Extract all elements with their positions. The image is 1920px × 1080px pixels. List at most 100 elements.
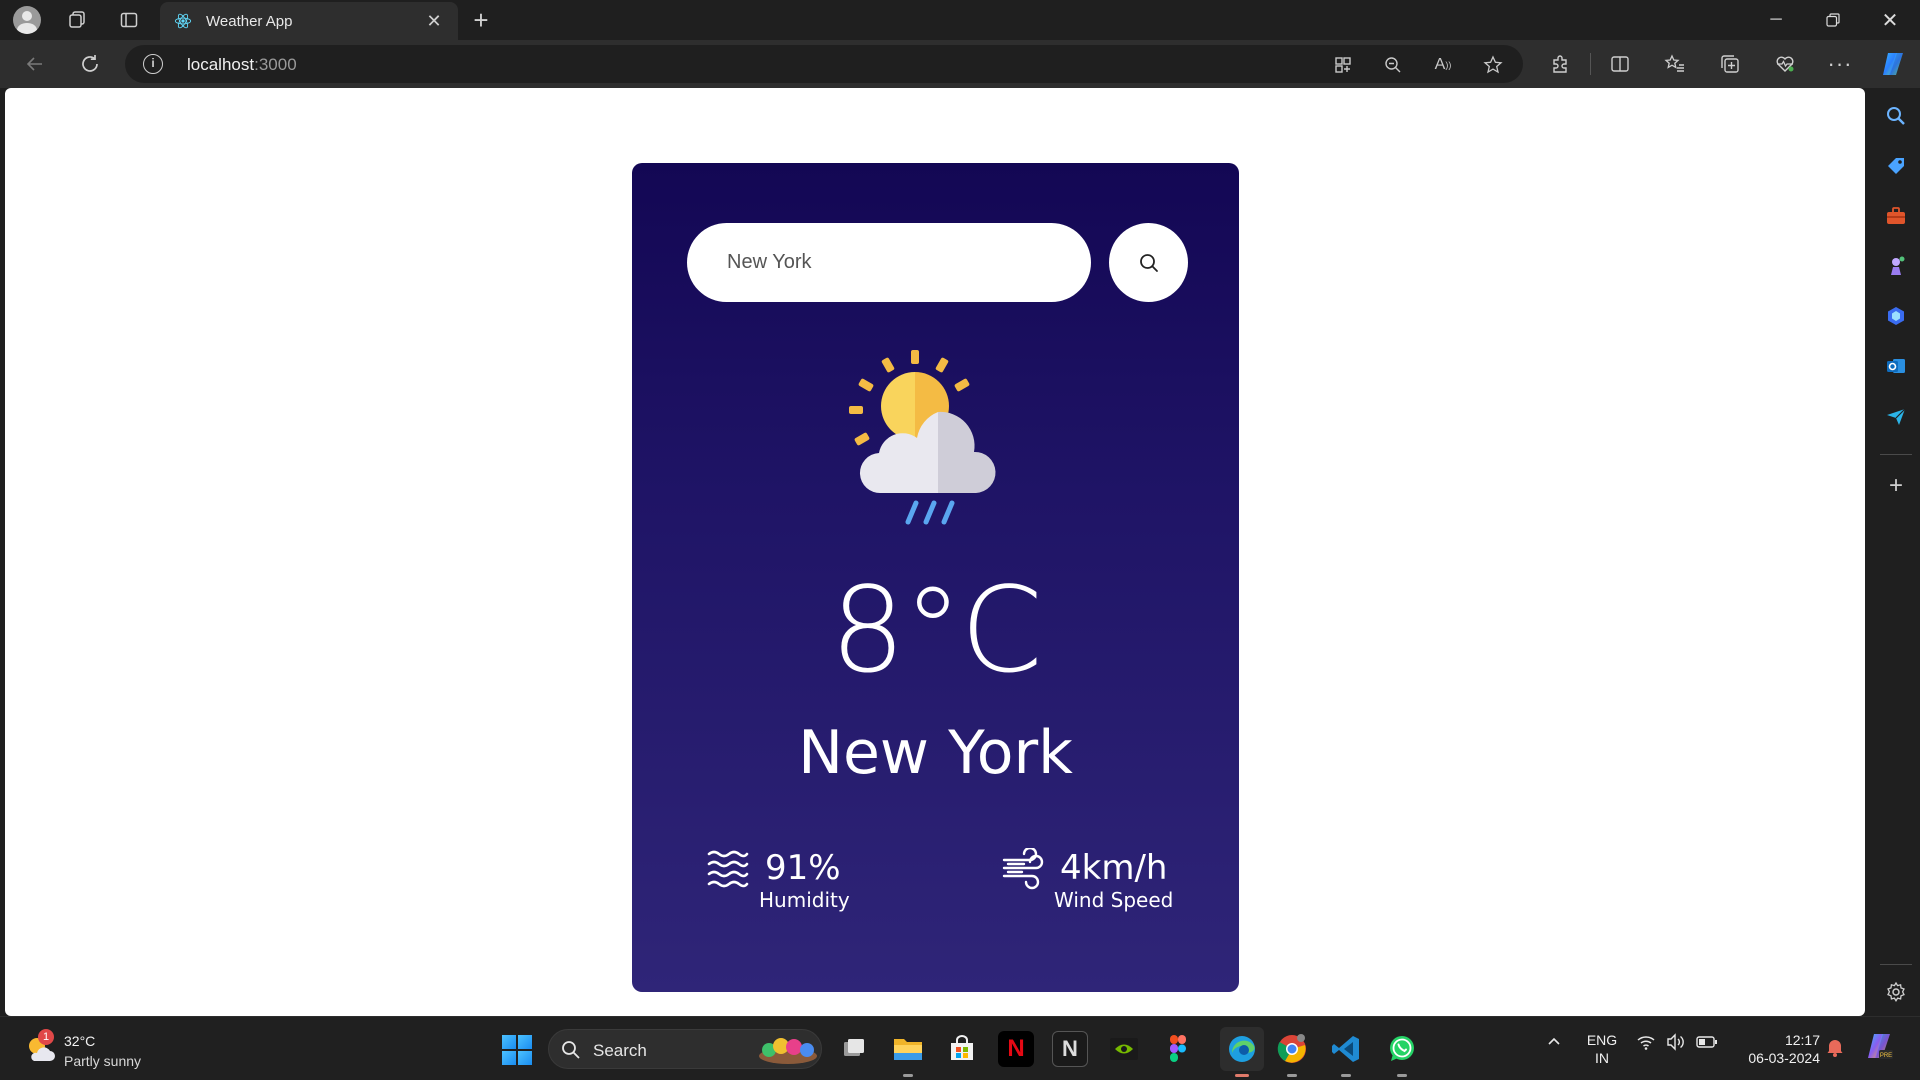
split-screen-icon [1611, 56, 1629, 72]
url-port: :3000 [254, 55, 297, 74]
city-search-input[interactable] [687, 223, 1091, 302]
url-host: localhost [187, 55, 255, 74]
taskbar-nvidia-icon[interactable] [1106, 1031, 1142, 1067]
restore-icon [1826, 13, 1840, 27]
taskbar-task-view-icon[interactable] [836, 1031, 872, 1067]
taskbar-weather-temp: 32°C [64, 1033, 96, 1049]
search-icon [1139, 253, 1158, 272]
taskbar-copilot-icon[interactable]: PRE [1864, 1031, 1894, 1064]
back-arrow-icon [26, 57, 42, 71]
extensions-puzzle-icon [1553, 55, 1567, 73]
back-button[interactable] [20, 49, 50, 79]
sidebar-outlook-icon[interactable] [1882, 352, 1910, 380]
tab-close-icon[interactable]: ✕ [424, 11, 444, 32]
copilot-button[interactable] [1878, 49, 1908, 79]
lang-region: IN [1595, 1050, 1609, 1066]
address-bar[interactable]: i localhost:3000 A)) [125, 45, 1523, 83]
tab-title: Weather App [206, 12, 293, 30]
sun-cloud-rain-icon [849, 350, 996, 525]
city-name: New York [798, 718, 1073, 788]
favorites-list-icon [1664, 54, 1684, 72]
wind-speed-value: 4km/h [1060, 848, 1168, 888]
favorite-star-icon[interactable] [1481, 53, 1505, 77]
weather-alert-badge: 1 [38, 1029, 54, 1045]
start-button[interactable] [502, 1035, 532, 1065]
taskbar-search-icon [562, 1041, 580, 1059]
page-viewport: 8°C New York 91% Humidity [5, 88, 1865, 1016]
workspaces-icon [69, 11, 85, 28]
taskbar-search-label: Search [593, 1041, 647, 1060]
sidebar-copilot-icon[interactable] [1882, 302, 1910, 330]
taskbar-clock[interactable]: 12:17 06-03-2024 [1730, 1031, 1820, 1067]
browser-essentials-button[interactable] [1770, 49, 1800, 79]
weather-card: 8°C New York 91% Humidity [632, 163, 1239, 992]
sidebar-settings-icon[interactable] [1882, 978, 1910, 1006]
taskbar-store-icon[interactable] [944, 1031, 980, 1067]
humidity-value: 91% [765, 848, 841, 888]
taskbar-figma-icon[interactable] [1160, 1031, 1196, 1067]
taskbar-search-box[interactable]: Search [548, 1029, 822, 1069]
wind-icon [1002, 848, 1044, 890]
volume-icon[interactable] [1666, 1033, 1686, 1054]
extensions-button[interactable] [1545, 49, 1575, 79]
taskbar-notion-icon[interactable]: N [1052, 1031, 1088, 1067]
more-options-button[interactable]: ··· [1825, 49, 1855, 79]
browser-title-bar: Weather App ✕ + ─ ✕ [0, 0, 1920, 40]
taskbar-weather-desc: Partly sunny [64, 1053, 142, 1069]
taskbar-netflix-icon[interactable]: N [998, 1031, 1034, 1067]
taskbar-edge-icon[interactable] [1220, 1027, 1264, 1077]
taskbar-chrome-icon[interactable] [1274, 1031, 1310, 1077]
address-url[interactable]: localhost:3000 [187, 55, 297, 75]
read-aloud-icon[interactable]: A)) [1431, 53, 1455, 77]
sidebar-search-icon[interactable] [1882, 102, 1910, 130]
sidebar-add-icon[interactable]: + [1882, 472, 1910, 500]
sidebar-send-icon[interactable] [1882, 402, 1910, 430]
clock-date: 06-03-2024 [1748, 1050, 1820, 1066]
profile-button[interactable] [12, 5, 42, 35]
split-screen-button[interactable] [1605, 49, 1635, 79]
react-favicon-icon [174, 13, 192, 29]
windows-taskbar: 1 32°C Partly sunny Search N N ENG IN 12… [0, 1016, 1920, 1080]
humidity-label: Humidity [759, 888, 850, 912]
edge-sidebar: + [1872, 88, 1920, 1016]
restore-button[interactable] [1805, 0, 1861, 40]
refresh-icon [82, 55, 98, 72]
search-button[interactable] [1109, 223, 1188, 302]
collections-button[interactable] [1715, 49, 1745, 79]
show-hidden-icons-chevron[interactable] [1546, 1033, 1562, 1054]
site-info-icon[interactable]: i [143, 54, 163, 74]
svg-text:PRE: PRE [1880, 1053, 1892, 1059]
new-tab-button[interactable]: + [466, 5, 496, 35]
workspaces-button[interactable] [62, 5, 92, 35]
refresh-button[interactable] [75, 49, 105, 79]
wifi-icon[interactable] [1636, 1033, 1656, 1054]
sidebar-shopping-icon[interactable] [1882, 152, 1910, 180]
battery-icon[interactable] [1696, 1033, 1718, 1054]
humidity-waves-icon [707, 850, 749, 888]
vertical-tabs-icon [120, 12, 138, 28]
input-language-indicator[interactable]: ENG IN [1584, 1031, 1620, 1067]
sidebar-games-icon[interactable] [1882, 252, 1910, 280]
collections-icon [1721, 55, 1739, 73]
tab-actions-button[interactable] [114, 5, 144, 35]
clock-time: 12:17 [1784, 1032, 1820, 1048]
taskbar-whatsapp-icon[interactable] [1384, 1031, 1420, 1077]
notification-bell-icon[interactable] [1826, 1037, 1844, 1060]
navigation-bar: i localhost:3000 A)) ··· [0, 40, 1920, 88]
app-available-icon[interactable] [1331, 53, 1355, 77]
close-window-button[interactable]: ✕ [1862, 0, 1918, 40]
lang-code: ENG [1586, 1032, 1618, 1048]
tab-weather-app[interactable]: Weather App ✕ [160, 2, 458, 40]
sidebar-tools-icon[interactable] [1882, 202, 1910, 230]
heart-pulse-icon [1776, 56, 1794, 72]
minimize-button[interactable]: ─ [1748, 0, 1804, 40]
favorites-button[interactable] [1660, 49, 1690, 79]
zoom-out-icon[interactable] [1381, 53, 1405, 77]
taskbar-weather-widget[interactable]: 1 32°C Partly sunny [20, 1025, 170, 1073]
search-highlight-holi-icon [759, 1038, 817, 1064]
wind-speed-label: Wind Speed [1054, 888, 1174, 912]
temperature-value: 8°C [830, 561, 1042, 699]
profile-avatar-icon [13, 6, 41, 34]
taskbar-vscode-icon[interactable] [1328, 1031, 1364, 1077]
taskbar-file-explorer-icon[interactable] [890, 1031, 926, 1077]
